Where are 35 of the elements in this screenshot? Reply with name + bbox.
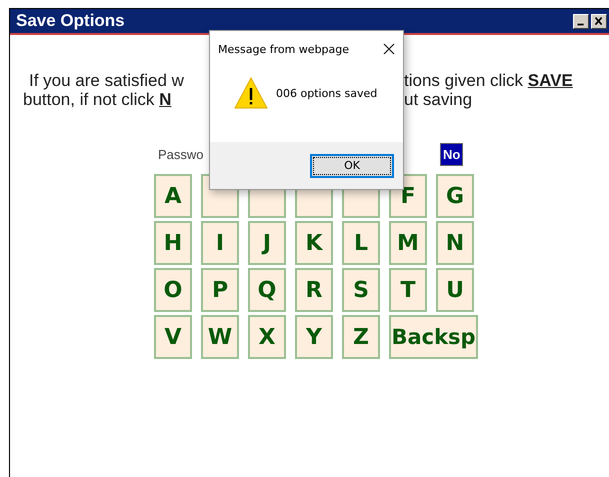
letter-key[interactable]: A	[154, 174, 192, 218]
letter-key[interactable]: P	[201, 268, 239, 312]
letter-key[interactable]: J	[248, 221, 286, 265]
backspace-key[interactable]: Backsp	[389, 315, 478, 359]
letter-key[interactable]: M	[389, 221, 427, 265]
warning-icon	[234, 77, 268, 109]
letter-key[interactable]: R	[295, 268, 333, 312]
dialog-title: Message from webpage	[218, 42, 350, 56]
letter-key[interactable]: X	[248, 315, 286, 359]
letter-key[interactable]: S	[342, 268, 380, 312]
ok-button[interactable]: OK	[310, 154, 394, 178]
close-icon[interactable]	[383, 43, 395, 55]
letter-key[interactable]: O	[154, 268, 192, 312]
instruction-text: button, if not click N	[23, 90, 172, 109]
instruction-text: ut saving	[404, 90, 474, 109]
letter-key[interactable]: H	[154, 221, 192, 265]
letter-key[interactable]: I	[201, 221, 239, 265]
letter-key[interactable]: G	[436, 174, 474, 218]
letter-key[interactable]: Y	[295, 315, 333, 359]
dialog-message: 006 options saved	[276, 86, 378, 100]
minimize-icon[interactable]	[573, 14, 589, 28]
password-label: Passwo	[158, 146, 205, 162]
letter-key[interactable]: T	[389, 268, 427, 312]
letter-key[interactable]: V	[154, 315, 192, 359]
letter-key[interactable]: Z	[342, 315, 380, 359]
instruction-text: If you are satisfied w	[29, 71, 185, 90]
letter-key[interactable]: L	[342, 221, 380, 265]
instruction-text: tions given click SAVE	[404, 71, 574, 90]
letter-key[interactable]: N	[436, 221, 474, 265]
letter-key[interactable]: K	[295, 221, 333, 265]
letter-key[interactable]: Q	[248, 268, 286, 312]
window-title: Save Options	[16, 11, 126, 31]
letter-key[interactable]: U	[436, 268, 474, 312]
no-button[interactable]: No	[440, 142, 464, 166]
letter-key[interactable]: W	[201, 315, 239, 359]
